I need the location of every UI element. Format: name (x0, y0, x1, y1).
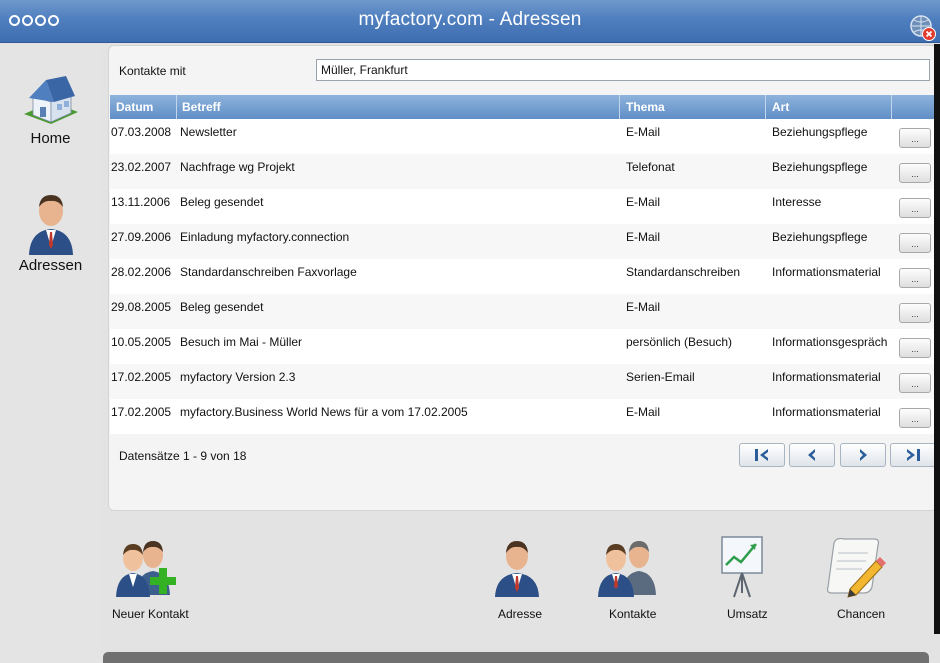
cell-datum: 17.02.2005 (111, 370, 172, 384)
address-label: Adresse (498, 607, 543, 621)
new-contact-button[interactable]: Neuer Kontakt (110, 535, 189, 621)
revenue-label: Umsatz (727, 607, 768, 621)
person-icon (495, 541, 539, 597)
opportunities-label: Chancen (837, 607, 886, 621)
window-title: myfactory.com - Adressen (358, 9, 582, 30)
cell-betreff: Nachfrage wg Projekt (180, 160, 295, 174)
cell-datum: 29.08.2005 (111, 300, 172, 314)
cell-thema: persönlich (Besuch) (626, 335, 733, 349)
contact-filter-input[interactable] (316, 59, 930, 81)
row-details-button[interactable]: ... (899, 233, 931, 253)
first-page-icon (755, 449, 768, 461)
cell-betreff: myfactory.Business World News für a vom … (180, 405, 468, 419)
table-row[interactable]: 29.08.2005 Beleg gesendet E-Mail ... (110, 294, 938, 329)
cell-thema: Standardanschreiben (626, 265, 741, 279)
column-header-art[interactable]: Art (772, 100, 789, 114)
cell-betreff: Standardanschreiben Faxvorlage (180, 265, 357, 279)
previous-page-icon (808, 449, 815, 461)
row-details-button[interactable]: ... (899, 338, 931, 358)
row-details-button[interactable]: ... (899, 268, 931, 288)
cell-thema: Serien-Email (626, 370, 695, 384)
sidebar-item-label: Adressen (18, 257, 83, 274)
opportunities-button[interactable]: Chancen (822, 535, 888, 621)
address-button[interactable]: Adresse (490, 535, 544, 621)
contacts-icon (598, 541, 656, 597)
new-contact-label: Neuer Kontakt (112, 607, 189, 621)
title-bar: myfactory.com - Adressen (0, 0, 940, 43)
cell-art: Informationsmaterial (772, 370, 881, 384)
table-row[interactable]: 28.02.2006 Standardanschreiben Faxvorlag… (110, 259, 938, 294)
add-contact-icon (116, 541, 176, 597)
revenue-button[interactable]: Umsatz (716, 535, 768, 621)
cell-art: Informationsmaterial (772, 265, 881, 279)
cell-art: Informationsmaterial (772, 405, 881, 419)
cell-thema: E-Mail (626, 125, 661, 139)
cell-datum: 13.11.2006 (111, 195, 171, 209)
table-row[interactable]: 17.02.2005 myfactory Version 2.3 Serien-… (110, 364, 938, 399)
column-header-thema[interactable]: Thema (626, 100, 665, 114)
cell-betreff: Einladung myfactory.connection (180, 230, 350, 244)
cell-datum: 27.09.2006 (111, 230, 172, 244)
cell-art: Informationsgespräch (772, 335, 888, 349)
contacts-panel: Kontakte mit Datum Betreff Thema Art 07.… (108, 45, 938, 511)
table-row[interactable]: 10.05.2005 Besuch im Mai - Müller persön… (110, 329, 938, 364)
house-icon (23, 76, 78, 124)
column-header-betreff[interactable]: Betreff (182, 100, 221, 114)
previous-page-button[interactable] (789, 443, 835, 467)
last-page-icon (907, 449, 920, 461)
person-icon (28, 195, 73, 255)
contacts-label: Kontakte (609, 607, 657, 621)
cell-thema: E-Mail (626, 230, 661, 244)
column-header-datum[interactable]: Datum (116, 100, 153, 114)
table-header: Datum Betreff Thema Art (110, 95, 938, 119)
contacts-table: Datum Betreff Thema Art 07.03.2008 Newsl… (110, 95, 938, 434)
cell-thema: E-Mail (626, 300, 661, 314)
cell-art: Interesse (772, 195, 822, 209)
cell-betreff: Beleg gesendet (180, 300, 264, 314)
next-page-button[interactable] (840, 443, 886, 467)
cell-thema: Telefonat (626, 160, 675, 174)
first-page-button[interactable] (739, 443, 785, 467)
sidebar-item-adressen[interactable]: Adressen (0, 187, 101, 274)
contacts-button[interactable]: Kontakte (594, 535, 664, 621)
chart-board-icon (721, 536, 763, 598)
sidebar-item-label: Home (30, 130, 71, 147)
filter-label: Kontakte mit (119, 64, 186, 78)
cell-datum: 28.02.2006 (111, 265, 172, 279)
cell-art: Beziehungspflege (772, 230, 868, 244)
cell-thema: E-Mail (626, 195, 661, 209)
cell-datum: 07.03.2008 (111, 125, 172, 139)
record-count: Datensätze 1 - 9 von 18 (119, 449, 247, 463)
row-details-button[interactable]: ... (899, 128, 931, 148)
cell-thema: E-Mail (626, 405, 661, 419)
next-page-icon (860, 449, 867, 461)
last-page-button[interactable] (890, 443, 936, 467)
table-row[interactable]: 27.09.2006 Einladung myfactory.connectio… (110, 224, 938, 259)
sidebar-item-home[interactable]: Home (0, 74, 101, 147)
cell-art: Beziehungspflege (772, 125, 868, 139)
sidebar: Home Adressen (0, 44, 101, 663)
cell-datum: 23.02.2007 (111, 160, 172, 174)
cell-betreff: Beleg gesendet (180, 195, 264, 209)
table-row[interactable]: 07.03.2008 Newsletter E-Mail Beziehungsp… (110, 119, 938, 154)
row-details-button[interactable]: ... (899, 198, 931, 218)
cell-betreff: myfactory Version 2.3 (180, 370, 296, 384)
row-details-button[interactable]: ... (899, 163, 931, 183)
cell-betreff: Besuch im Mai - Müller (180, 335, 303, 349)
cell-betreff: Newsletter (180, 125, 237, 139)
bottom-panel-edge (103, 652, 929, 663)
table-row[interactable]: 17.02.2005 myfactory.Business World News… (110, 399, 938, 434)
document-pen-icon (826, 537, 886, 598)
cell-datum: 10.05.2005 (111, 335, 172, 349)
row-details-button[interactable]: ... (899, 373, 931, 393)
cell-datum: 17.02.2005 (111, 405, 172, 419)
table-row[interactable]: 23.02.2007 Nachfrage wg Projekt Telefona… (110, 154, 938, 189)
table-row[interactable]: 13.11.2006 Beleg gesendet E-Mail Interes… (110, 189, 938, 224)
cell-art: Beziehungspflege (772, 160, 868, 174)
row-details-button[interactable]: ... (899, 408, 931, 428)
globe-close-icon[interactable] (910, 15, 936, 41)
row-details-button[interactable]: ... (899, 303, 931, 323)
window-edge (934, 44, 940, 634)
